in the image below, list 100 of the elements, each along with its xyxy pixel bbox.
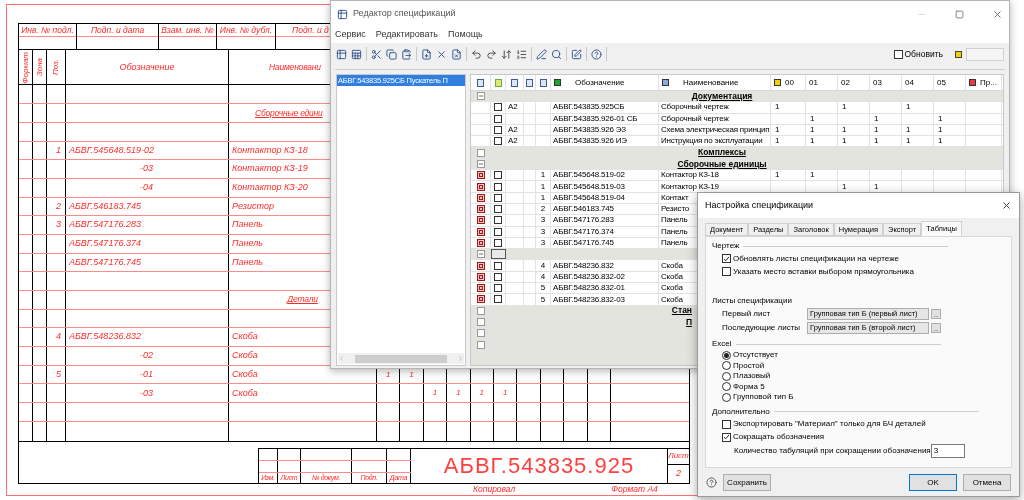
copy-icon[interactable] xyxy=(386,48,397,60)
edit-icon[interactable] xyxy=(571,48,582,60)
quantity-text: 1 xyxy=(938,124,943,137)
quantity-text: 1 xyxy=(810,135,815,148)
expander[interactable] xyxy=(477,92,485,101)
menu-item[interactable]: Редактировать xyxy=(375,28,438,42)
checkbox[interactable] xyxy=(494,239,502,247)
designation-text: АБВГ.545648.519-04 xyxy=(553,191,625,204)
column-header[interactable]: 05 xyxy=(937,76,946,89)
checkbox[interactable] xyxy=(494,261,502,270)
expander[interactable] xyxy=(477,250,485,259)
footer-label: Формат А4 xyxy=(611,483,658,496)
field-label: Первый лист xyxy=(722,308,772,320)
radio-label: Отсутствует xyxy=(733,349,778,362)
checkbox[interactable] xyxy=(494,114,502,123)
column-header[interactable]: 04 xyxy=(905,76,914,89)
quantity-text: 1 xyxy=(502,387,508,400)
name-text: Скоба xyxy=(232,330,258,344)
sort-icon[interactable] xyxy=(501,48,512,60)
quantity-text: 1 xyxy=(938,112,943,125)
radio-button[interactable] xyxy=(722,371,731,381)
menu-item[interactable]: Помощь xyxy=(448,28,483,42)
radio-button[interactable] xyxy=(722,382,731,392)
radio-button[interactable] xyxy=(722,392,731,402)
quantity-text: 1 xyxy=(906,135,911,148)
checkbox[interactable] xyxy=(494,295,502,304)
column-header[interactable]: 00 xyxy=(785,76,794,89)
checkbox[interactable] xyxy=(494,216,502,225)
checkbox[interactable] xyxy=(494,227,502,236)
expander[interactable] xyxy=(477,329,485,338)
checkbox[interactable] xyxy=(722,419,731,429)
close-icon[interactable] xyxy=(992,8,1003,20)
designation-text: АБВГ.545648.519-03 xyxy=(553,180,625,193)
column-header[interactable]: 02 xyxy=(841,76,850,89)
designation-text: АБВГ.547176.283 xyxy=(553,214,614,227)
expander[interactable] xyxy=(477,340,485,349)
focused-cell[interactable] xyxy=(491,249,506,260)
quantity-text: 1 xyxy=(842,124,847,137)
radio-button[interactable] xyxy=(722,350,731,360)
cancel-button[interactable]: Отмена xyxy=(963,474,1011,491)
new-file-icon[interactable] xyxy=(421,48,432,60)
numbered-list-icon[interactable] xyxy=(516,48,527,60)
close-icon[interactable] xyxy=(1001,200,1012,211)
checkbox[interactable] xyxy=(494,126,502,135)
name-text: Панель xyxy=(661,214,688,227)
column-header[interactable]: Обозначение xyxy=(565,76,625,89)
footer-label: Копировал xyxy=(473,483,516,496)
redo-icon[interactable] xyxy=(486,48,497,60)
delete-icon[interactable] xyxy=(436,48,447,60)
designation-text: АБВГ.547176.374 xyxy=(553,225,614,238)
checkbox-label: Экспортировать "Материал" только для БЧ деталей xyxy=(733,418,926,430)
checkbox[interactable] xyxy=(494,193,502,202)
section-title: П xyxy=(685,315,692,329)
column-header: Зона xyxy=(33,58,45,77)
checkbox[interactable] xyxy=(722,254,731,263)
checkbox[interactable] xyxy=(722,267,731,276)
designation-text: АБВГ.548236.832 xyxy=(553,259,614,272)
remove-file-icon[interactable] xyxy=(451,48,462,60)
expander[interactable] xyxy=(477,159,485,168)
spreadsheet-icon[interactable] xyxy=(351,48,362,60)
section-title: Документация xyxy=(691,89,753,103)
expander[interactable] xyxy=(477,148,485,157)
expander[interactable] xyxy=(477,306,485,315)
column-header[interactable]: Пр... xyxy=(980,76,997,89)
checkbox[interactable] xyxy=(494,272,502,281)
number-field[interactable]: 3 xyxy=(930,444,965,458)
designation-text: -04 xyxy=(140,180,153,194)
designation-text: АБВГ.543835.926 ЭЗ xyxy=(553,124,626,137)
name-text: Инструкция по эксплуатации xyxy=(661,135,763,148)
cut-icon[interactable] xyxy=(371,48,382,60)
save-button[interactable]: Сохранить xyxy=(723,474,771,491)
checkbox[interactable] xyxy=(494,171,502,180)
name-text: Сборочный чертеж xyxy=(661,112,729,125)
group-title: Чертеж xyxy=(712,240,740,252)
checkbox[interactable] xyxy=(494,182,502,191)
help-icon[interactable] xyxy=(591,48,602,60)
checkbox[interactable] xyxy=(494,205,502,214)
undo-icon[interactable] xyxy=(471,48,482,60)
checkbox[interactable] xyxy=(494,137,502,146)
position-number: 1 xyxy=(56,143,61,157)
field-label: Последующие листы xyxy=(722,322,802,334)
column-header[interactable]: 01 xyxy=(809,76,818,89)
name-text: Контакт xyxy=(661,191,689,204)
checkbox[interactable] xyxy=(494,103,502,112)
column-header[interactable]: Наименование xyxy=(673,76,739,89)
menu-item[interactable]: Сервис xyxy=(335,28,366,42)
paste-icon[interactable] xyxy=(401,48,412,60)
checkbox[interactable] xyxy=(722,432,731,442)
quantity-text: 1 xyxy=(906,101,911,114)
checkbox[interactable] xyxy=(494,284,502,293)
radio-button[interactable] xyxy=(722,361,731,371)
expander[interactable] xyxy=(477,318,485,327)
strip-label: Инв. № дубл. xyxy=(219,23,273,37)
value-field[interactable] xyxy=(966,47,1004,61)
strip-label: Подп. и д xyxy=(292,23,329,37)
help-icon[interactable] xyxy=(706,477,717,488)
checkbox[interactable] xyxy=(893,49,903,59)
search-icon[interactable] xyxy=(551,48,562,60)
ok-button[interactable]: OK xyxy=(909,474,957,491)
column-header[interactable]: 03 xyxy=(873,76,882,89)
